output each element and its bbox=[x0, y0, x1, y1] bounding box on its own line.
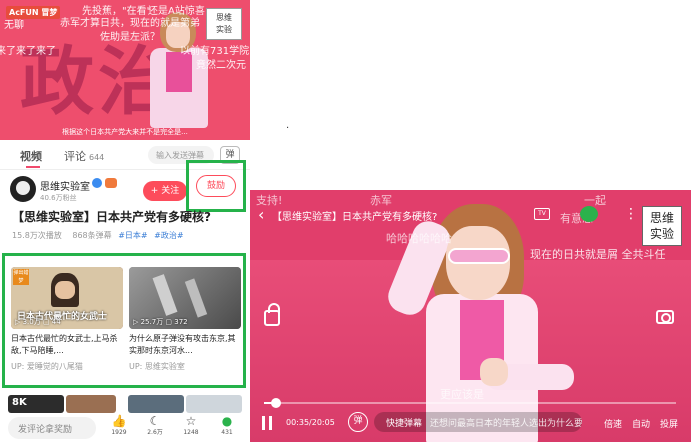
thumb-up-icon: 👍 bbox=[111, 414, 127, 428]
danmaku-comment: 来了来了来了 bbox=[0, 46, 56, 57]
recommendation-highlight-box: 弹出蜡梦 日本古代最忙的女武士 ▷ 3.0万 ▢ 44 日本古代最忙的女武士,上… bbox=[2, 253, 246, 388]
more-recommendations: 8K bbox=[0, 395, 250, 413]
quick-danmaku-label: 快捷弹幕 bbox=[386, 419, 423, 429]
video-stats: ▷ 25.7万 ▢ 372 bbox=[133, 318, 188, 326]
bottom-action-bar: 发评论拿奖励 👍 1929 ☾ 2.6万 ☆ 1248 ● 431 bbox=[0, 413, 250, 442]
video-thumbnail[interactable] bbox=[66, 395, 116, 413]
progress-handle[interactable] bbox=[271, 398, 281, 408]
video-thumbnail[interactable] bbox=[186, 395, 242, 413]
comment-input[interactable]: 发评论拿奖励 bbox=[8, 417, 96, 439]
danmaku-comment: 无聊 bbox=[4, 20, 24, 31]
like-count: 1929 bbox=[111, 429, 127, 436]
tv-icon[interactable]: TV bbox=[534, 208, 550, 220]
recommended-video-uploader: UP: 爱睡觉的八尾猫 bbox=[11, 362, 83, 371]
fullscreen-video-player[interactable]: 支持! 赤军 一起 有意思 哈哈哈哈哈哈 现在的日共就是屑 全共斗任 更应该是 … bbox=[250, 190, 691, 442]
more-vertical-icon[interactable]: ⋮ bbox=[624, 206, 638, 222]
playback-time: 00:35/20:05 bbox=[286, 418, 335, 427]
favorite-button[interactable]: ☆ 1248 bbox=[178, 414, 204, 437]
verified-badge-icon bbox=[92, 178, 102, 188]
favorite-count: 1248 bbox=[183, 429, 199, 436]
player-top-bar: ‹ 【思维实验室】日本共产党有多硬核? TV ⋮ bbox=[250, 204, 691, 226]
quick-danmaku-button[interactable]: 快捷弹幕还想问最高日本的年轻人选出为什么要搞娱乐的吗? bbox=[374, 412, 582, 432]
banana-count: 2.6万 bbox=[147, 429, 163, 436]
danmaku-count: 868条弹幕 bbox=[72, 231, 112, 240]
tag-link[interactable]: #日本# bbox=[118, 231, 147, 240]
cheer-button[interactable]: 鼓励 bbox=[196, 175, 236, 197]
watermark-line: 实验 bbox=[216, 25, 232, 34]
pause-icon[interactable] bbox=[262, 416, 272, 430]
watermark-line: 思维 bbox=[649, 211, 674, 225]
wechat-icon[interactable] bbox=[580, 206, 598, 222]
banana-button[interactable]: ☾ 2.6万 bbox=[142, 414, 168, 437]
screen-lock-icon[interactable] bbox=[264, 303, 280, 326]
video-detail-page: 政治室 AcFUN 冒梦 先投蕉，"在看" 还是A站惊喜 无聊 赤军才算日共，现… bbox=[0, 0, 250, 442]
banana-icon: ☾ bbox=[149, 414, 161, 428]
active-tab-indicator bbox=[26, 166, 40, 168]
danmaku-comment: 竟然二次元 bbox=[196, 60, 246, 71]
danmaku-switch-button[interactable]: 弹 bbox=[348, 412, 368, 432]
stray-dot: . bbox=[286, 120, 290, 131]
thumbnail-face bbox=[55, 281, 75, 299]
avatar[interactable] bbox=[10, 176, 36, 202]
star-icon: ☆ bbox=[185, 414, 197, 428]
quality-button[interactable]: 自动 bbox=[632, 417, 650, 430]
danmaku-comment: 现在的日共就是屑 全共斗任 bbox=[530, 248, 666, 261]
channel-watermark: 思维 实验 bbox=[206, 8, 242, 40]
level-badge-icon bbox=[105, 178, 117, 188]
cast-button[interactable]: 投屏 bbox=[660, 417, 678, 430]
watermark-line: 实验 bbox=[649, 227, 674, 241]
danmaku-comment: 以前有731学院 bbox=[180, 46, 250, 57]
character-glasses bbox=[448, 248, 510, 264]
player-controls: 00:35/20:05 弹 快捷弹幕还想问最高日本的年轻人选出为什么要搞娱乐的吗… bbox=[250, 412, 691, 438]
video-thumbnail[interactable] bbox=[128, 395, 184, 413]
character-shirt bbox=[166, 52, 192, 92]
danmaku-comment: 佐助是左派？ bbox=[100, 32, 160, 43]
danmaku-comment: 哈哈哈哈哈哈 bbox=[386, 232, 452, 245]
play-count: 15.8万次播放 bbox=[12, 231, 62, 240]
progress-bar[interactable] bbox=[264, 398, 676, 408]
mini-video-player[interactable]: 政治室 AcFUN 冒梦 先投蕉，"在看" 还是A站惊喜 无聊 赤军才算日共，现… bbox=[0, 0, 250, 140]
share-count: 431 bbox=[221, 429, 233, 436]
tag-link[interactable]: #政治# bbox=[154, 231, 183, 240]
character-hand bbox=[480, 358, 508, 386]
like-button[interactable]: 👍 1929 bbox=[106, 414, 132, 437]
danmaku-comment: 赤军才算日共，现在的就是第弟 bbox=[60, 18, 200, 29]
video-meta: 15.8万次播放 868条弹幕 #日本# #政治# bbox=[12, 230, 184, 241]
video-stats: ▷ 3.0万 ▢ 44 bbox=[15, 318, 61, 326]
cheer-highlight-box: 鼓励 bbox=[186, 160, 246, 212]
tab-comments[interactable]: 评论 644 bbox=[64, 148, 104, 164]
video-thumbnail: ▷ 25.7万 ▢ 372 bbox=[129, 267, 241, 329]
tab-comments-label: 评论 bbox=[64, 150, 86, 163]
recommended-video-title: 日本古代最忙的女武士,上马杀敌,下马陪睡,... bbox=[11, 334, 118, 355]
speed-button[interactable]: 倍速 bbox=[604, 417, 622, 430]
recommended-video-uploader: UP: 思维实验室 bbox=[129, 362, 185, 371]
channel-watermark: 思维 实验 bbox=[642, 206, 682, 246]
video-thumbnail[interactable]: 8K bbox=[8, 395, 64, 413]
video-title: 【思维实验室】日本共产党有多硬核? bbox=[12, 210, 211, 224]
tab-video[interactable]: 视频 bbox=[20, 148, 42, 164]
back-arrow-icon[interactable]: ‹ bbox=[258, 206, 264, 224]
danmaku-comment: 更应该是 bbox=[440, 388, 484, 401]
comment-count: 644 bbox=[89, 153, 105, 162]
recommended-video-title: 为什么原子弹没有攻击东京,其实那时东京河水... bbox=[129, 334, 236, 355]
video-thumbnail: 弹出蜡梦 日本古代最忙的女武士 ▷ 3.0万 ▢ 44 bbox=[11, 267, 123, 329]
recommended-video-card[interactable]: 弹出蜡梦 日本古代最忙的女武士 ▷ 3.0万 ▢ 44 日本古代最忙的女武士,上… bbox=[11, 267, 123, 372]
danmaku-comment: 还想问最高日本的年轻人选出为什么要搞娱乐的吗? bbox=[430, 419, 582, 429]
thumbnail-tag: 弹出蜡梦 bbox=[13, 269, 29, 285]
player-title: 【思维实验室】日本共产党有多硬核? bbox=[272, 212, 438, 223]
recommended-video-card[interactable]: ▷ 25.7万 ▢ 372 为什么原子弹没有攻击东京,其实那时东京河水... U… bbox=[129, 267, 241, 372]
follow-button[interactable]: + 关注 bbox=[143, 181, 187, 201]
follower-count: 40.6万粉丝 bbox=[40, 194, 77, 202]
share-button[interactable]: ● 431 bbox=[214, 414, 240, 437]
watermark-line: 思维 bbox=[216, 13, 232, 22]
screenshot-camera-icon[interactable] bbox=[656, 310, 674, 324]
thumbnail-label: 8K bbox=[12, 397, 27, 408]
wechat-icon: ● bbox=[221, 414, 233, 428]
video-subtitle: 根据这个日本共产党大来并不是完全是... bbox=[62, 128, 188, 136]
uploader-name[interactable]: 思维实验室 bbox=[40, 178, 90, 193]
